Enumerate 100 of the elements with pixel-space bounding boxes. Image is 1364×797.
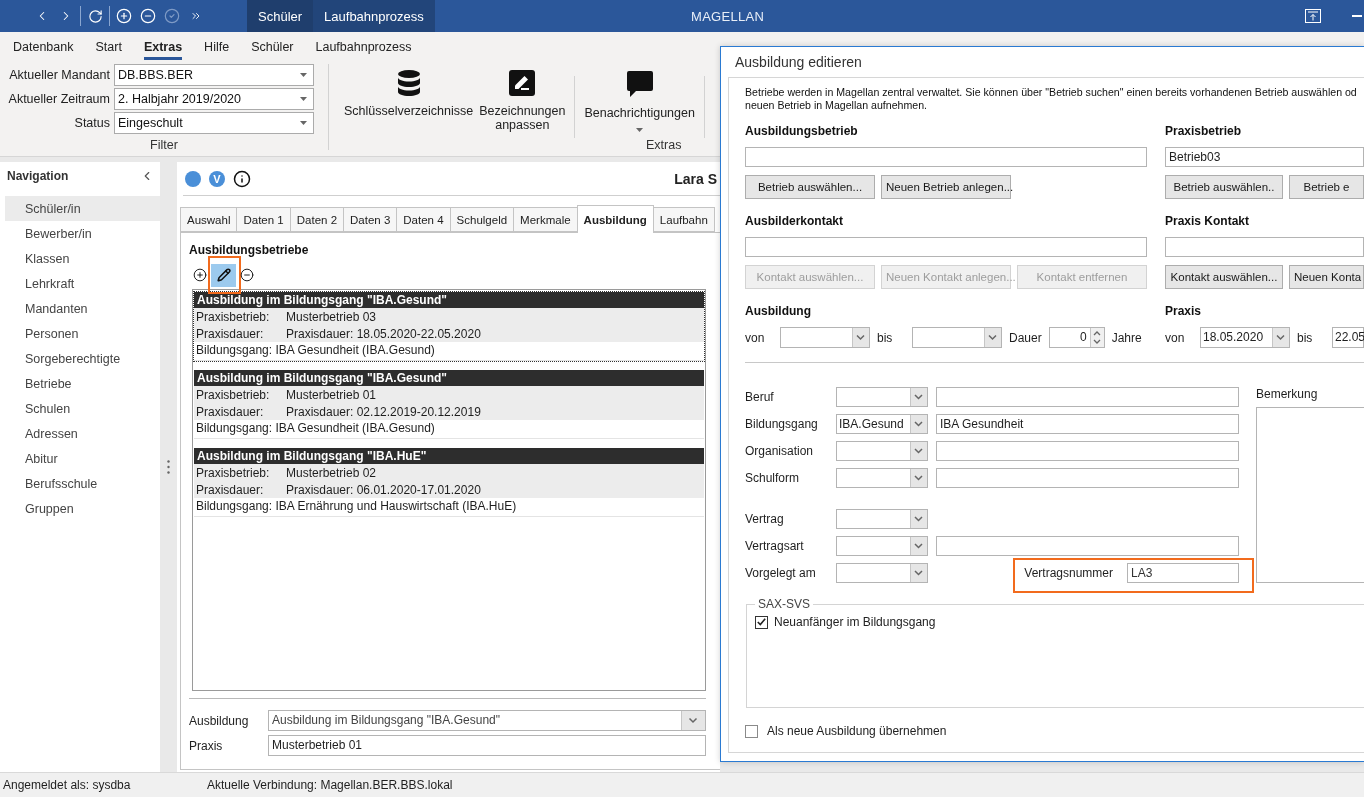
text-field[interactable] xyxy=(745,147,1147,167)
nav-item[interactable]: Schüler/in xyxy=(5,196,160,221)
field-label: von xyxy=(745,330,766,345)
nav-item[interactable]: Abitur xyxy=(5,446,160,471)
nav-item[interactable]: Personen xyxy=(5,321,160,346)
text-field[interactable]: IBA Gesundheit xyxy=(936,414,1239,434)
code-dropdown[interactable] xyxy=(836,441,928,461)
menu-tab[interactable]: Laufbahnprozess xyxy=(315,32,412,60)
info-icon[interactable] xyxy=(233,169,251,188)
field-label: Vertragsnummer xyxy=(1024,566,1113,580)
context-tab[interactable]: Laufbahnprozess xyxy=(313,0,435,32)
group-title: SAX-SVS xyxy=(757,597,812,611)
tab[interactable]: Ausbildung xyxy=(576,205,654,233)
refresh-icon[interactable] xyxy=(87,8,103,24)
number-spinner[interactable]: 0 xyxy=(1048,327,1105,348)
tab[interactable]: Daten 1 xyxy=(236,207,291,232)
menu-tab[interactable]: Schüler xyxy=(251,32,294,60)
dropdown-field[interactable]: Ausbildung im Bildungsgang "IBA.Gesund" xyxy=(268,710,706,731)
tab[interactable]: Auswahl xyxy=(180,207,238,232)
nav-item[interactable]: Klassen xyxy=(5,246,160,271)
ribbon-button[interactable]: Bezeichnungen anpassen xyxy=(476,70,569,132)
group-caption: Filter xyxy=(150,138,178,152)
course-text: Bildungsgang: IBA Gesundheit (IBA.Gesund) xyxy=(195,342,436,359)
dialog-button[interactable]: Betrieb e xyxy=(1289,175,1364,199)
course-text: Bildungsgang: IBA Ernährung und Hauswirtschaft (IBA.HuE) xyxy=(195,498,518,515)
field-label: Bemerkung xyxy=(1256,387,1318,401)
remark-field[interactable] xyxy=(1256,407,1364,583)
date-dropdown[interactable] xyxy=(780,327,870,348)
text-field[interactable]: LA3 xyxy=(1127,563,1239,583)
date-dropdown[interactable] xyxy=(912,327,1002,348)
plus-circle-icon[interactable] xyxy=(116,8,132,24)
code-dropdown[interactable] xyxy=(836,387,928,407)
entry-header: Ausbildung im Bildungsgang "IBA.HuE" xyxy=(194,448,704,464)
list-entry[interactable]: Ausbildung im Bildungsgang "IBA.HuE" Praxisbetrieb: Musterbetrieb 02 Praxisdauer: Praxisdauer: 06.01.2020-17.01.2020 Bildungsgang: IBA Ernährung und Hauswirtschaft (IBA.HuE) xyxy=(194,448,704,517)
code-dropdown[interactable]: IBA.Gesund xyxy=(836,414,928,434)
nav-item[interactable]: Adressen xyxy=(5,421,160,446)
entry-header: Ausbildung im Bildungsgang "IBA.Gesund" xyxy=(194,292,704,308)
filter-label: Status xyxy=(73,116,111,130)
nav-item[interactable]: Bewerber/in xyxy=(5,221,160,246)
date-dropdown[interactable]: 18.05.2020 xyxy=(1200,327,1290,348)
filter-dropdown[interactable]: DB.BBS.BER xyxy=(114,64,314,86)
ribbon-button[interactable]: Benachrichtigungen xyxy=(581,70,698,132)
dialog-button[interactable]: Betrieb auswählen... xyxy=(745,175,875,199)
nav-item[interactable]: Gruppen xyxy=(5,496,160,521)
filter-dropdown[interactable]: Eingeschult xyxy=(114,112,314,134)
field-label: Beruf xyxy=(745,390,775,404)
tab[interactable]: Schulgeld xyxy=(449,207,515,232)
field-label: Schulform xyxy=(745,471,801,485)
text-field[interactable] xyxy=(936,468,1239,488)
tab[interactable]: Daten 4 xyxy=(396,207,451,232)
spinner-arrows-icon[interactable] xyxy=(1089,328,1104,347)
code-dropdown[interactable] xyxy=(836,536,928,556)
menu-tab[interactable]: Start xyxy=(95,32,122,60)
dialog-button[interactable]: Neuen Konta xyxy=(1289,265,1364,289)
text-field[interactable]: Betrieb03 xyxy=(1165,147,1364,167)
menu-tab[interactable]: Hilfe xyxy=(204,32,230,60)
field-label: Vertragsart xyxy=(745,539,805,553)
checkbox[interactable] xyxy=(755,615,768,629)
checkbox-label: Als neue Ausbildung übernehmen xyxy=(767,724,947,738)
double-chevron-icon[interactable] xyxy=(190,10,202,22)
checkbox-label: Neuanfänger im Bildungsgang xyxy=(774,615,936,629)
code-dropdown[interactable] xyxy=(836,509,928,529)
pencil-icon xyxy=(216,268,231,282)
ribbon-button[interactable]: Schlüsselverzeichnisse xyxy=(341,70,477,118)
dialog-button[interactable]: Betrieb auswählen.. xyxy=(1165,175,1283,199)
grip-dots-icon[interactable] xyxy=(167,460,170,474)
section-title: Ausbildungsbetriebe xyxy=(189,243,309,257)
nav-item[interactable]: Lehrkraft xyxy=(5,271,160,296)
minus-circle-icon[interactable] xyxy=(140,8,156,24)
edit-button[interactable] xyxy=(211,263,236,287)
text-field[interactable]: 22.05 xyxy=(1332,327,1364,348)
text-field[interactable] xyxy=(936,387,1239,407)
text-field[interactable] xyxy=(936,536,1239,556)
dialog-button[interactable]: Kontakt auswählen... xyxy=(1165,265,1283,289)
code-dropdown[interactable] xyxy=(836,563,928,583)
dialog-button[interactable]: Neuen Betrieb anlegen... xyxy=(881,175,1011,199)
nav-item[interactable]: Betriebe xyxy=(5,371,160,396)
text-field[interactable] xyxy=(745,237,1147,257)
description-text: Betriebe werden in Magellan zentral verwaltet. Sie können über "Betrieb suchen" einen bereits vorhandenen Betrieb auswählen od neuen Betrieb in Magellan aufnehmen. xyxy=(745,86,1357,112)
text-field[interactable]: Musterbetrieb 01 xyxy=(268,735,706,756)
tab[interactable]: Laufbahn xyxy=(652,207,715,232)
code-dropdown[interactable] xyxy=(836,468,928,488)
nav-item[interactable]: Berufsschule xyxy=(5,471,160,496)
nav-item[interactable]: Mandanten xyxy=(5,296,160,321)
tab[interactable]: Daten 2 xyxy=(289,207,345,232)
filter-dropdown[interactable]: 2. Halbjahr 2019/2020 xyxy=(114,88,314,110)
nav-item[interactable]: Schulen xyxy=(5,396,160,421)
menu-tab[interactable]: Datenbank xyxy=(13,32,74,60)
checkbox[interactable] xyxy=(745,724,758,738)
text-field[interactable] xyxy=(936,441,1239,461)
tab[interactable]: Merkmale xyxy=(513,207,578,232)
detail-value: Musterbetrieb 03 xyxy=(286,309,377,324)
list-entry[interactable]: Ausbildung im Bildungsgang "IBA.Gesund" Praxisbetrieb: Musterbetrieb 01 Praxisdauer: Praxisdauer: 02.12.2019-20.12.2019 Bildungsgang: IBA Gesundheit (IBA.Gesund) xyxy=(194,370,704,439)
context-tab[interactable]: Schüler xyxy=(247,0,314,32)
list-entry[interactable]: Ausbildung im Bildungsgang "IBA.Gesund" Praxisbetrieb: Musterbetrieb 03 Praxisdauer: Praxisdauer: 18.05.2020-22.05.2020 Bildungsgang: IBA Gesundheit (IBA.Gesund) xyxy=(194,292,704,361)
filter-label: Aktueller Zeitraum xyxy=(7,92,111,106)
dialog-title: Ausbildung editieren xyxy=(734,53,863,72)
tab[interactable]: Daten 3 xyxy=(343,207,398,232)
nav-item[interactable]: Sorgeberechtigte xyxy=(5,346,160,371)
text-field[interactable] xyxy=(1165,237,1364,257)
